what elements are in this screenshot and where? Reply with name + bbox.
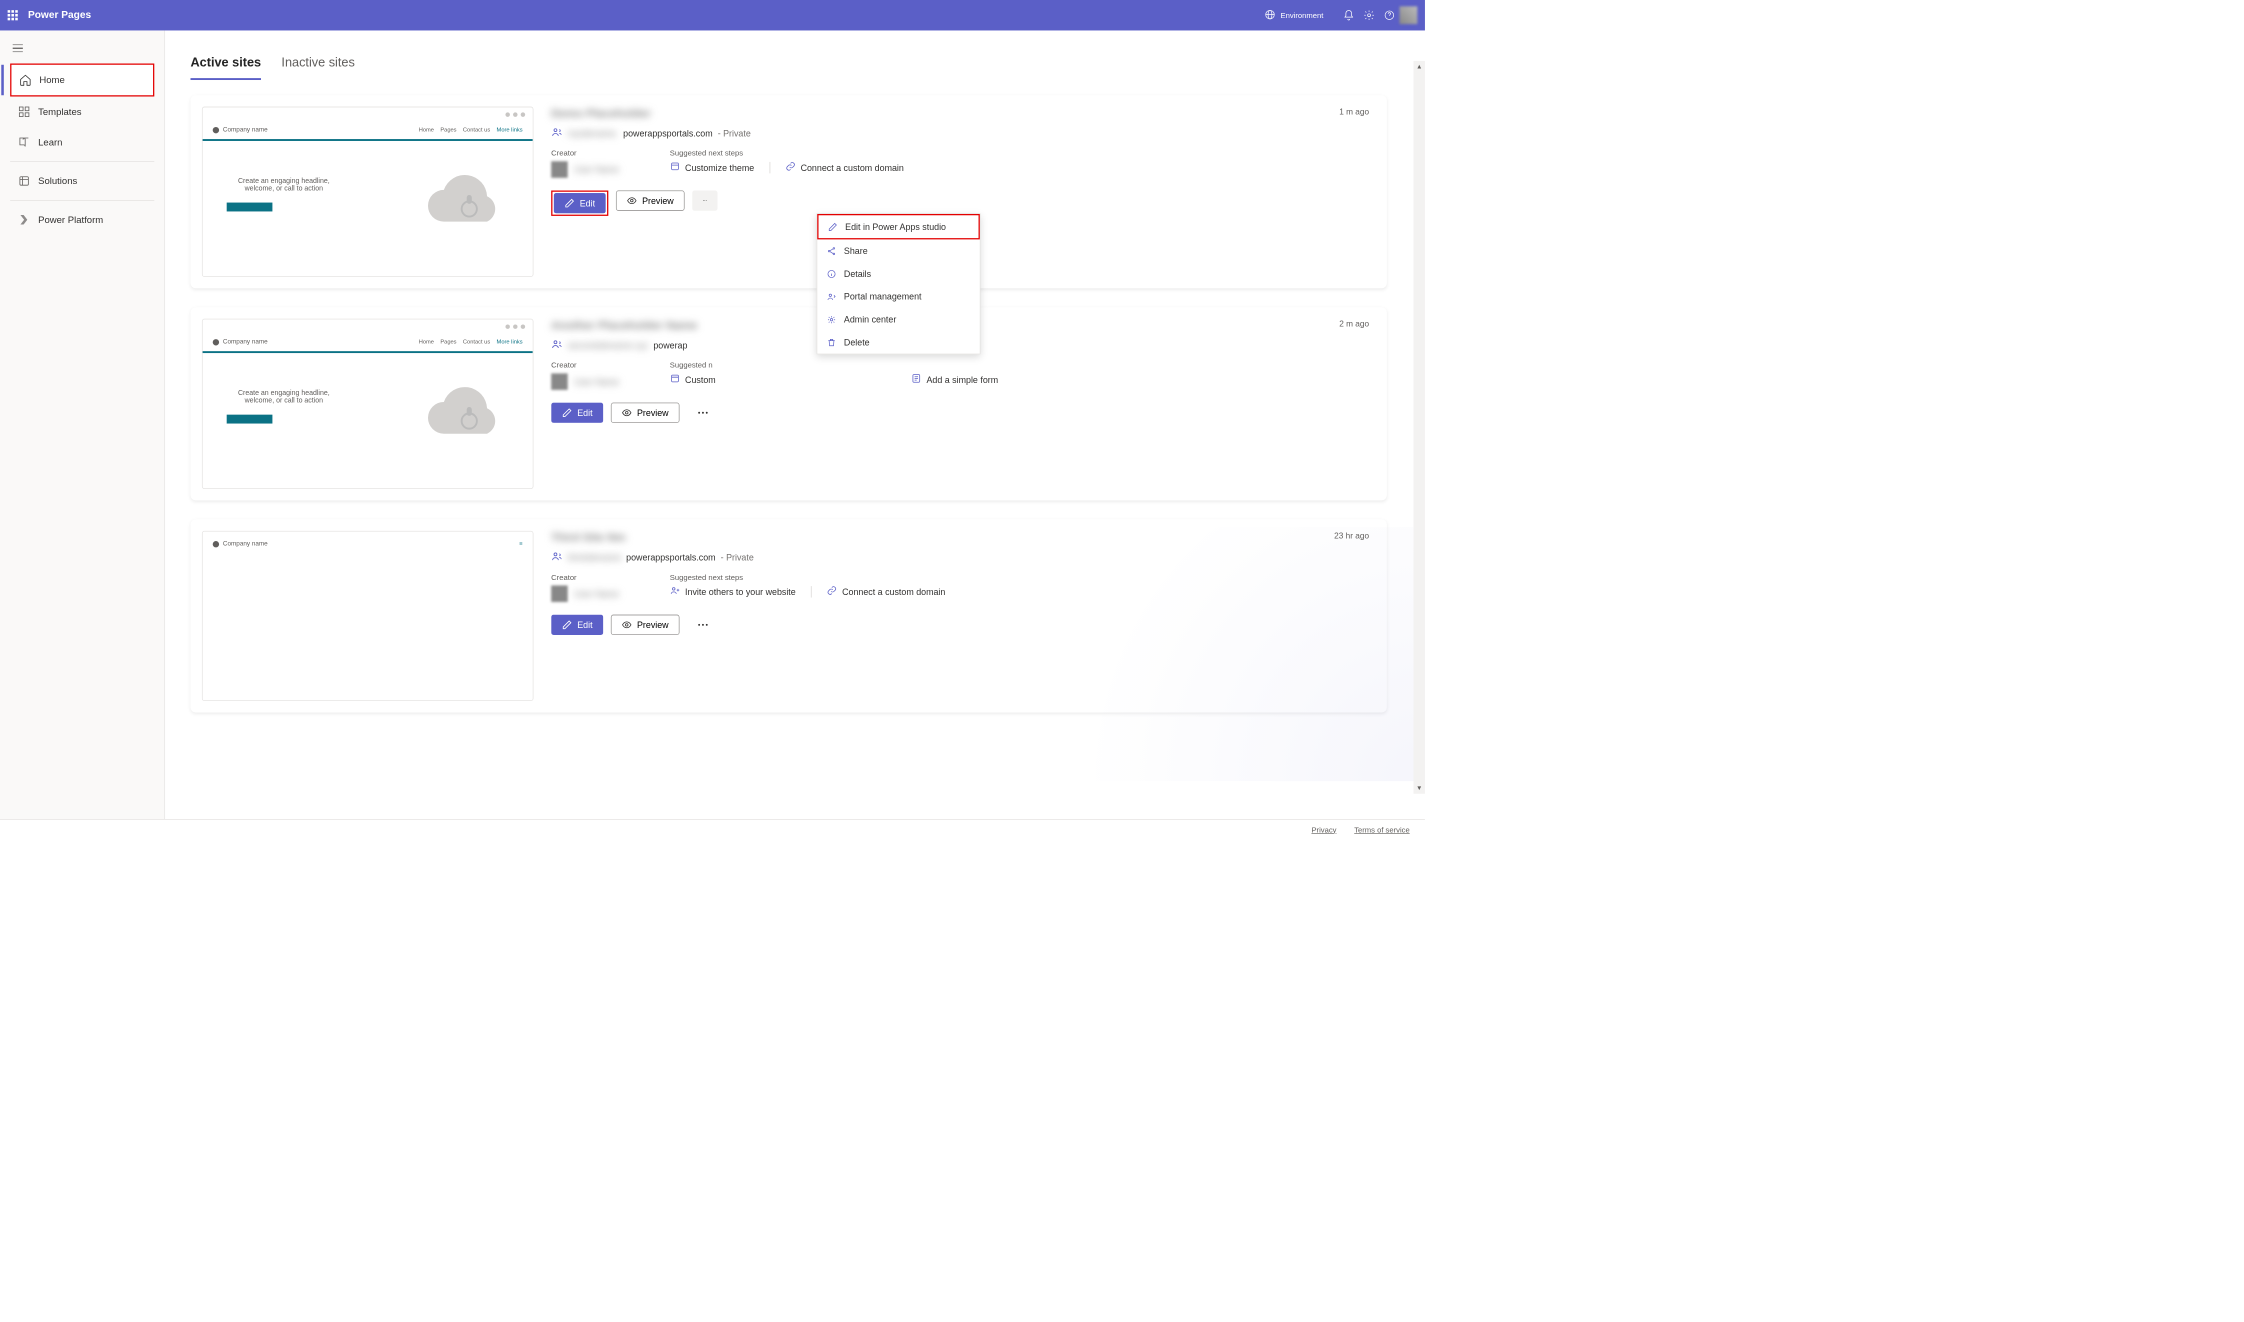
divider — [10, 200, 154, 201]
menu-delete[interactable]: Delete — [817, 331, 980, 354]
power-platform-icon — [18, 213, 31, 226]
home-icon — [19, 74, 32, 87]
sidebar-item-label: Power Platform — [38, 214, 103, 225]
site-timestamp: 2 m ago — [1339, 319, 1369, 329]
info-icon — [826, 269, 836, 279]
left-sidebar: Home Templates Learn Solutions Power Pla… — [0, 30, 165, 819]
app-header: Power Pages Environment — [0, 0, 1425, 30]
environment-label: Environment — [1281, 11, 1324, 20]
site-tabs: Active sites Inactive sites — [191, 56, 1387, 80]
hamburger-icon[interactable] — [13, 43, 23, 53]
tab-inactive-sites[interactable]: Inactive sites — [281, 56, 354, 80]
theme-icon — [670, 161, 680, 174]
creator: User Name — [551, 161, 619, 178]
sidebar-item-home[interactable]: Home — [10, 64, 154, 97]
edit-button[interactable]: Edit — [551, 403, 603, 423]
admin-icon — [826, 315, 836, 325]
preview-button[interactable]: Preview — [616, 191, 684, 211]
form-icon — [911, 373, 921, 386]
edit-button[interactable]: Edit — [554, 193, 606, 213]
step-add-form[interactable]: Add a simple form — [911, 373, 998, 386]
site-thumbnail[interactable]: Company name ≡ — [191, 519, 534, 712]
portal-icon — [826, 292, 836, 302]
help-icon[interactable] — [1379, 5, 1399, 25]
sidebar-item-label: Solutions — [38, 176, 77, 187]
footer-terms-link[interactable]: Terms of service — [1354, 825, 1409, 834]
sidebar-item-label: Home — [39, 75, 64, 86]
site-url[interactable]: thirdsitenamepowerappsportals.com - Priv… — [551, 551, 1369, 564]
sidebar-item-templates[interactable]: Templates — [10, 97, 154, 127]
creator-label: Creator — [551, 149, 619, 158]
site-card: Company name HomePagesContact usMore lin… — [191, 95, 1387, 288]
sidebar-item-label: Templates — [38, 106, 81, 117]
site-title: Demo Placeholder — [551, 107, 1369, 120]
people-icon — [551, 551, 562, 564]
cloud-icon — [425, 164, 514, 240]
vertical-scrollbar[interactable]: ▲ ▼ — [1414, 61, 1425, 794]
site-thumbnail[interactable]: Company name HomePagesContact usMore lin… — [191, 95, 534, 288]
preview-button[interactable]: Preview — [611, 403, 679, 423]
more-actions-button[interactable] — [687, 403, 719, 423]
step-customize-theme[interactable]: Customize theme — [670, 161, 754, 174]
scroll-up-icon[interactable]: ▲ — [1414, 61, 1425, 72]
sidebar-item-learn[interactable]: Learn — [10, 127, 154, 157]
app-launcher-icon[interactable] — [8, 10, 18, 20]
delete-icon — [826, 338, 836, 348]
sidebar-item-solutions[interactable]: Solutions — [10, 166, 154, 196]
site-thumbnail[interactable]: Company name HomePagesContact usMore lin… — [191, 307, 534, 500]
site-title: Third Site Nm — [551, 531, 1369, 544]
notifications-icon[interactable] — [1339, 5, 1359, 25]
step-customize[interactable]: Custom — [670, 373, 716, 386]
sidebar-item-power-platform[interactable]: Power Platform — [10, 204, 154, 234]
step-invite-others[interactable]: Invite others to your website — [670, 585, 796, 598]
globe-icon — [1264, 9, 1275, 22]
sidebar-item-label: Learn — [38, 137, 62, 148]
site-timestamp: 23 hr ago — [1334, 531, 1369, 541]
footer: Privacy Terms of service — [0, 819, 1425, 839]
menu-details[interactable]: Details — [817, 262, 980, 285]
pencil-icon — [827, 222, 837, 232]
scroll-down-icon[interactable]: ▼ — [1414, 782, 1425, 793]
site-url[interactable]: mysitename.powerappsportals.com - Privat… — [551, 126, 1369, 139]
link-icon — [785, 161, 795, 174]
environment-picker[interactable]: Environment — [1264, 9, 1323, 22]
learn-icon — [18, 136, 31, 149]
menu-edit-in-studio[interactable]: Edit in Power Apps studio — [817, 214, 980, 239]
steps-label: Suggested next steps — [670, 149, 904, 158]
divider — [10, 161, 154, 162]
site-timestamp: 1 m ago — [1339, 107, 1369, 117]
menu-admin-center[interactable]: Admin center — [817, 308, 980, 331]
settings-icon[interactable] — [1359, 5, 1379, 25]
people-icon — [551, 126, 562, 139]
step-custom-domain[interactable]: Connect a custom domain — [785, 161, 904, 174]
invite-icon — [670, 585, 680, 598]
preview-button[interactable]: Preview — [611, 615, 679, 635]
user-avatar[interactable] — [1400, 6, 1418, 24]
more-actions-button[interactable] — [687, 615, 719, 635]
link-icon — [827, 585, 837, 598]
share-icon — [826, 246, 836, 256]
site-card: Company name HomePagesContact usMore lin… — [191, 307, 1387, 500]
templates-icon — [18, 105, 31, 118]
step-custom-domain[interactable]: Connect a custom domain — [827, 585, 946, 598]
solutions-icon — [18, 175, 31, 188]
context-menu: Edit in Power Apps studio Share Details … — [817, 213, 981, 354]
main-content: Active sites Inactive sites Company name… — [165, 30, 1425, 819]
app-title: Power Pages — [28, 10, 91, 21]
site-card: Company name ≡ 23 hr ago Third Site Nm t… — [191, 519, 1387, 712]
more-actions-button[interactable] — [692, 191, 717, 211]
menu-share[interactable]: Share — [817, 239, 980, 262]
people-icon — [551, 338, 562, 351]
tab-active-sites[interactable]: Active sites — [191, 56, 262, 80]
footer-privacy-link[interactable]: Privacy — [1311, 825, 1336, 834]
edit-button[interactable]: Edit — [551, 615, 603, 635]
menu-portal-management[interactable]: Portal management — [817, 285, 980, 308]
